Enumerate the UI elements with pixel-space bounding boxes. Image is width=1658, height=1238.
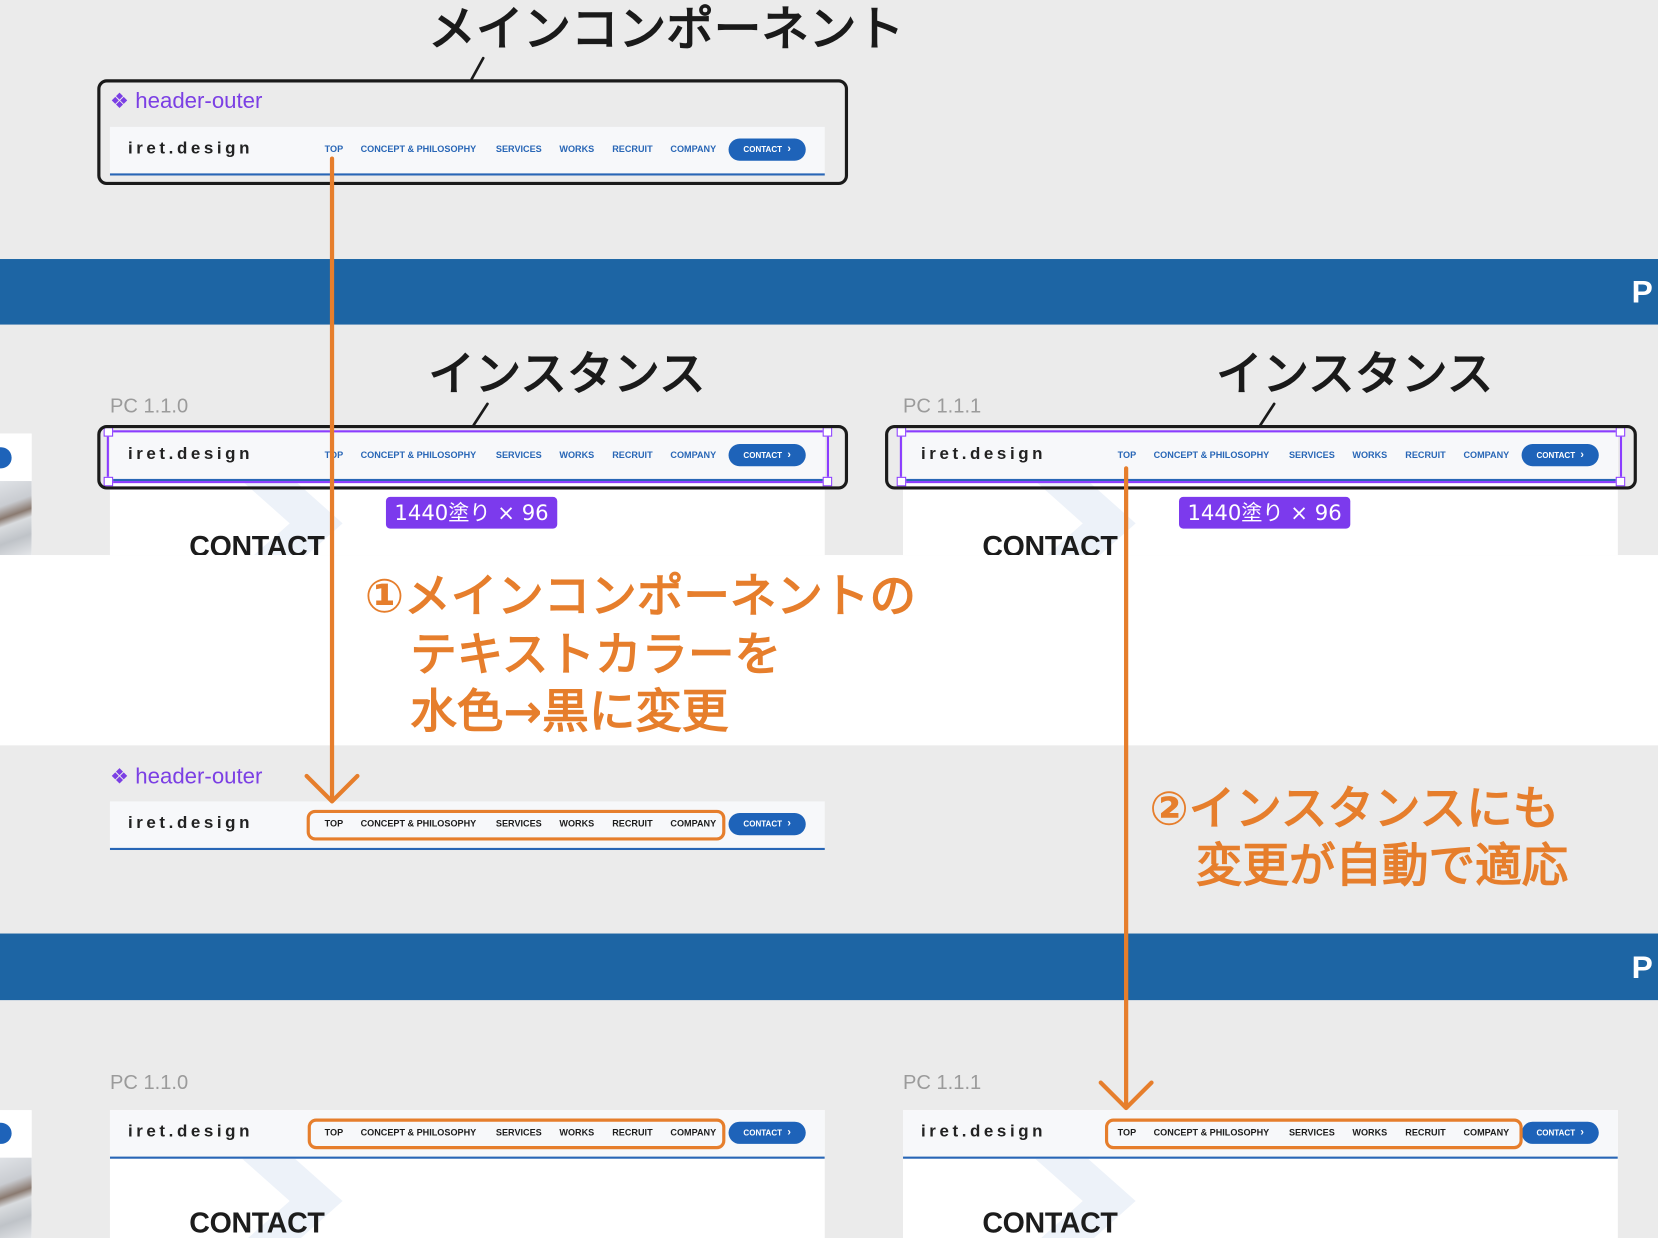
leader-line-instance-right [1259, 402, 1276, 427]
design-canvas[interactable]: P P メインコンポーネント header-outer iret.design … [0, 0, 1658, 1238]
leader-line-main-component [470, 56, 485, 81]
annotation-overlay [304, 56, 1276, 1111]
leader-line-instance-left [472, 402, 489, 427]
